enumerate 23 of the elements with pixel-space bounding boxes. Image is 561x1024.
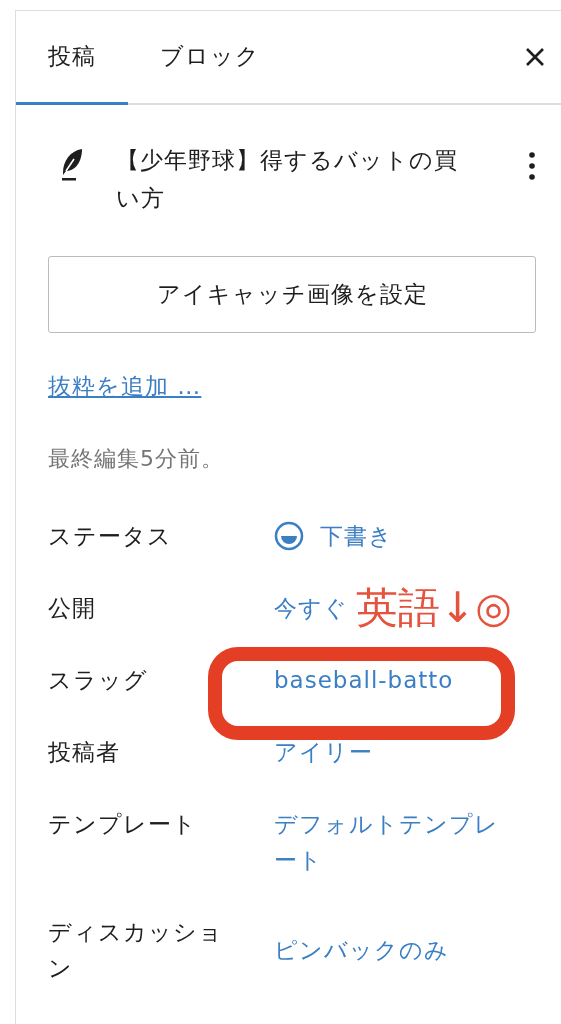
half-circle-icon — [274, 521, 304, 551]
close-icon[interactable] — [525, 47, 545, 67]
last-edited-text: 最終編集5分前。 — [48, 445, 225, 473]
field-label: ステータス — [48, 522, 173, 551]
set-featured-image-button[interactable]: アイキャッチ画像を設定 — [48, 256, 536, 333]
feather-icon — [60, 147, 84, 183]
field-value-link[interactable]: ピンバックのみ — [274, 932, 449, 968]
field-value-link[interactable]: アイリー — [274, 734, 373, 770]
field-value-link[interactable]: baseball-batto — [274, 662, 454, 698]
field-label: 投稿者 — [48, 738, 121, 767]
field-label: 公開 — [48, 594, 97, 623]
add-excerpt-link[interactable]: 抜粋を追加 … — [48, 368, 202, 404]
post-title: 【少年野球】得するバットの買い方 — [116, 146, 459, 213]
tab[interactable]: ブロック — [128, 11, 292, 105]
field-label: ディスカッション — [48, 918, 224, 983]
tab[interactable]: 投稿 — [16, 11, 128, 105]
field-label: テンプレート — [48, 810, 198, 839]
field-label: スラッグ — [48, 666, 149, 695]
field-value-link[interactable]: 下書き — [320, 518, 393, 554]
more-menu-icon[interactable] — [528, 151, 536, 181]
field-value-link[interactable]: 今すぐ — [274, 590, 348, 626]
field-value-link[interactable]: デフォルトテンプレート — [274, 806, 510, 878]
annotation-text: 英語↓◎ — [356, 582, 512, 634]
